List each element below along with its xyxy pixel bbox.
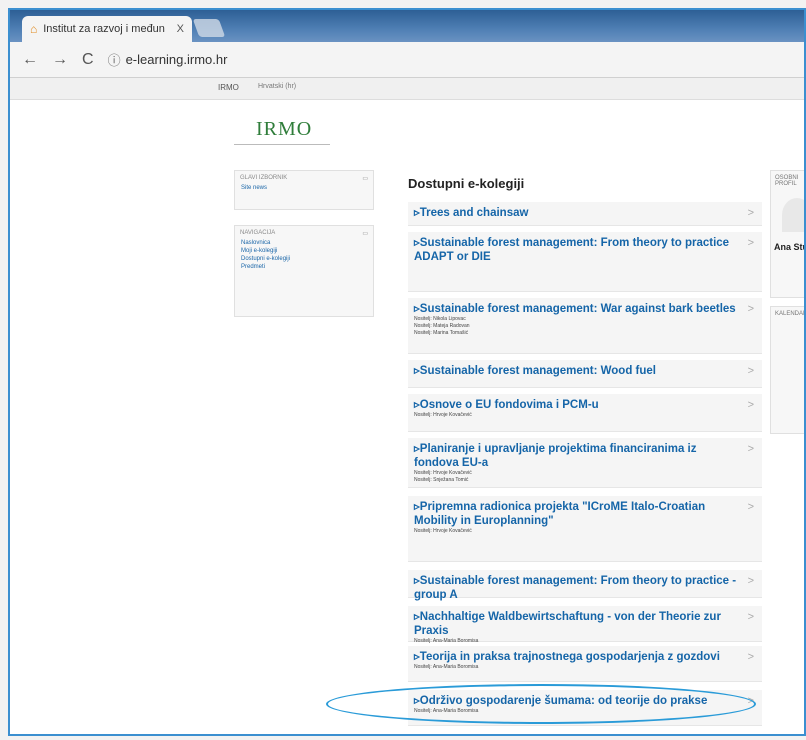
expand-arrow-icon[interactable]: > (748, 399, 754, 411)
navigation-title: NAVIGACIJA (240, 230, 276, 236)
course-teacher[interactable]: Nositelj: Ana-Maria Boromisa (414, 638, 756, 645)
address-bar[interactable]: ⓘ e-learning.irmo.hr (108, 50, 228, 69)
course-teacher[interactable]: Nositelj: Mateja Radovan (414, 323, 756, 330)
course-item: ▹Osnove o EU fondovima i PCM-u > Nositelj:… (408, 394, 762, 432)
url-text: e-learning.irmo.hr (125, 52, 228, 67)
course-title-link[interactable]: ▹Sustainable forest management: Wood fue… (414, 364, 756, 378)
course-item: ▹Sustainable forest management: War agai… (408, 298, 762, 354)
expand-arrow-icon[interactable]: > (748, 443, 754, 455)
main-menu-title: GLAVI IZBORNIK (240, 175, 288, 181)
course-item: ▹Sustainable forest management: Wood fue… (408, 360, 762, 388)
nav-item-subjects[interactable]: Predmeti (235, 263, 373, 271)
expand-arrow-icon[interactable]: > (748, 611, 754, 623)
course-item: ▹Održivo gospodarenje šumama: od teorije… (408, 690, 762, 726)
course-title-link[interactable]: ▹Osnove o EU fondovima i PCM-u (414, 398, 756, 412)
browser-tab[interactable]: ⌂ Institut za razvoj i međun X (22, 16, 192, 42)
course-title-link[interactable]: ▹Trees and chainsaw (414, 206, 756, 220)
expand-arrow-icon[interactable]: > (748, 207, 754, 219)
navigation-block: NAVIGACIJA ▭ Naslovnica Moji e-kolegiji D… (234, 225, 374, 317)
info-icon: ⓘ (107, 53, 121, 68)
main-menu-block: GLAVI IZBORNIK ▭ Site news (234, 170, 374, 210)
course-item: ▹Sustainable forest management: From the… (408, 232, 762, 292)
calendar-block: KALENDAR (770, 306, 806, 434)
navbar-brand[interactable]: IRMO (218, 83, 239, 92)
expand-arrow-icon[interactable]: > (748, 695, 754, 707)
logo-divider (234, 144, 330, 152)
course-item: ▹Pripremna radionica projekta "ICroME It… (408, 496, 762, 562)
course-teacher[interactable]: Nositelj: Ana-Maria Boromisa (414, 664, 756, 671)
course-title-link[interactable]: ▹Pripremna radionica projekta "ICroME It… (414, 500, 756, 528)
new-tab-button[interactable] (192, 19, 226, 37)
profile-block: OSOBNI PROFIL (770, 170, 804, 298)
expand-arrow-icon[interactable]: > (748, 651, 754, 663)
reload-icon[interactable]: C (82, 51, 94, 69)
course-item: ▹Nachhaltige Waldbewirtschaftung - von d… (408, 606, 762, 645)
avatar[interactable] (782, 198, 804, 232)
course-item: ▹Teorija in praksa trajnostnega gospodar… (408, 646, 762, 682)
user-name[interactable]: Ana Stu (774, 242, 804, 252)
course-title-link[interactable]: ▹Teorija in praksa trajnostnega gospodar… (414, 650, 756, 664)
house-icon: ⌂ (30, 22, 38, 36)
tab-bar: ⌂ Institut za razvoj i međun X (10, 10, 804, 42)
course-teacher[interactable]: Nositelj: Ana-Maria Boromisa (414, 708, 756, 715)
course-teacher[interactable]: Nositelj: Marina Tomašić (414, 330, 756, 337)
block-toggle-icon[interactable]: ▭ (362, 175, 368, 182)
main-menu-item[interactable]: Site news (235, 184, 373, 192)
course-title-link[interactable]: ▹Sustainable forest management: From the… (414, 236, 756, 264)
nav-item-available-courses[interactable]: Dostupni e-kolegiji (235, 255, 373, 263)
course-item: ▹Planiranje i upravljanje projektima fin… (408, 438, 762, 488)
course-title-link[interactable]: ▹Održivo gospodarenje šumama: od teorije… (414, 694, 756, 708)
course-teacher[interactable]: Nositelj: Hrvoje Kovačević (414, 470, 756, 477)
tab-title: Institut za razvoj i međun (43, 23, 165, 35)
course-item: ▹Sustainable forest management: From the… (408, 570, 762, 601)
expand-arrow-icon[interactable]: > (748, 501, 754, 513)
course-item: ▹Trees and chainsaw > (408, 202, 762, 226)
nav-item-my-courses[interactable]: Moji e-kolegiji (235, 247, 373, 255)
course-teacher[interactable]: Nositelj: Hrvoje Kovačević (414, 412, 756, 419)
browser-window: ⌂ Institut za razvoj i međun X ← → C ⓘ e… (8, 8, 806, 736)
back-icon[interactable]: ← (22, 51, 38, 69)
expand-arrow-icon[interactable]: > (748, 365, 754, 377)
course-title-link[interactable]: ▹Sustainable forest management: War agai… (414, 302, 756, 316)
site-logo[interactable]: IRMO (256, 118, 312, 141)
expand-arrow-icon[interactable]: > (748, 237, 754, 249)
browser-toolbar: ← → C ⓘ e-learning.irmo.hr (10, 42, 804, 78)
block-toggle-icon[interactable]: ▭ (362, 230, 368, 237)
course-title-link[interactable]: ▹Nachhaltige Waldbewirtschaftung - von d… (414, 610, 756, 638)
forward-icon[interactable]: → (52, 51, 68, 69)
close-tab-icon[interactable]: X (177, 23, 184, 35)
expand-arrow-icon[interactable]: > (748, 575, 754, 587)
course-title-link[interactable]: ▹Planiranje i upravljanje projektima fin… (414, 442, 756, 470)
language-menu[interactable]: Hrvatski (hr) (258, 83, 296, 90)
profile-title: OSOBNI PROFIL (775, 175, 799, 187)
course-teacher[interactable]: Nositelj: Hrvoje Kovačević (414, 528, 756, 535)
calendar-title: KALENDAR (775, 311, 806, 317)
course-teacher[interactable]: Nositelj: Snježana Tomić (414, 477, 756, 484)
expand-arrow-icon[interactable]: > (748, 303, 754, 315)
site-navbar: IRMO Hrvatski (hr) (10, 78, 804, 100)
course-teacher[interactable]: Nositelj: Nikola Lipovac (414, 316, 756, 323)
course-title-link[interactable]: ▹Sustainable forest management: From the… (414, 574, 756, 602)
page-title: Dostupni e-kolegiji (408, 176, 525, 191)
nav-item-home[interactable]: Naslovnica (235, 239, 373, 247)
